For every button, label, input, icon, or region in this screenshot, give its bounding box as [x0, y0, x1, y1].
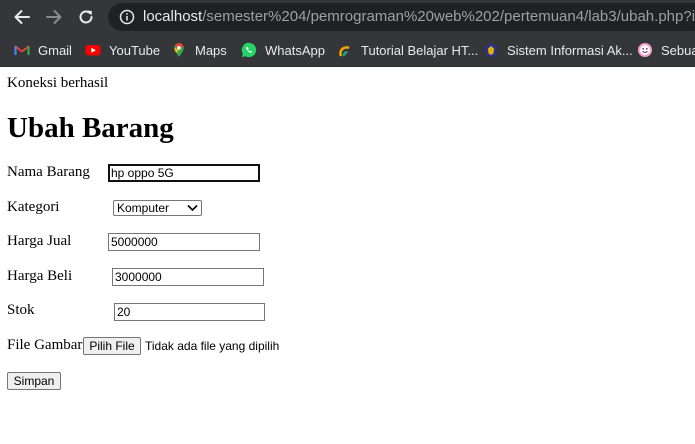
connection-status-text: Koneksi berhasil [7, 75, 109, 91]
site-info-icon[interactable] [119, 9, 135, 25]
url-host: localhost [143, 8, 203, 25]
back-button[interactable] [10, 5, 34, 29]
bookmark-label: Tutorial Belajar HT... [361, 42, 479, 58]
university-icon [485, 43, 497, 58]
bookmark-label: Maps [195, 42, 227, 58]
stok-input[interactable]: 20 [114, 303, 265, 321]
kategori-label: Kategori [7, 199, 60, 215]
bookmarks-bar: Gmail YouTube Maps WhatsApp Tutorial Bel… [0, 34, 695, 67]
page-title: Ubah Barang [7, 112, 174, 144]
url-path: /semester%204/pemrograman%20web%202/pert… [202, 8, 695, 25]
gmail-icon [14, 45, 30, 55]
file-gambar-label: File Gambar [7, 337, 83, 353]
choose-file-button[interactable]: Pilih File [83, 337, 141, 355]
bookmark-label: Gmail [38, 42, 72, 58]
nama-barang-input[interactable]: hp oppo 5G [108, 164, 260, 182]
bookmark-label: WhatsApp [265, 42, 325, 58]
forward-arrow-icon [46, 10, 62, 24]
smiley-site-icon [638, 43, 652, 57]
bookmark-sebuah[interactable]: Sebuah [637, 40, 695, 60]
kategori-select[interactable]: Komputer [113, 200, 202, 216]
bookmark-tutorial[interactable]: Tutorial Belajar HT... [337, 40, 478, 60]
bookmark-label: Sebuah [661, 42, 695, 58]
reload-icon [79, 10, 93, 24]
stok-label: Stok [7, 302, 35, 318]
harga-beli-input[interactable]: 3000000 [112, 268, 264, 286]
maps-icon [174, 43, 184, 57]
chevron-down-icon [187, 204, 198, 212]
back-arrow-icon [14, 10, 30, 24]
nama-barang-label: Nama Barang [7, 164, 90, 180]
reload-button[interactable] [74, 5, 98, 29]
file-status-text: Tidak ada file yang dipilih [145, 339, 280, 353]
simpan-button[interactable]: Simpan [7, 372, 61, 390]
bookmark-label: Sistem Informasi Ak... [507, 42, 633, 58]
kategori-selected-value: Komputer [117, 201, 170, 215]
bookmark-whatsapp[interactable]: WhatsApp [241, 40, 325, 60]
harga-jual-label: Harga Jual [7, 233, 72, 249]
bookmark-maps[interactable]: Maps [171, 40, 227, 60]
browser-toolbar: localhost/semester%204/pemrograman%20web… [0, 0, 695, 34]
whatsapp-icon [241, 42, 257, 58]
bookmark-label: YouTube [109, 42, 161, 58]
harga-beli-label: Harga Beli [7, 268, 73, 284]
bookmark-gmail[interactable]: Gmail [14, 40, 72, 60]
bookmark-sistem-informasi[interactable]: Sistem Informasi Ak... [483, 40, 633, 60]
forward-button[interactable] [42, 5, 66, 29]
harga-jual-input[interactable]: 5000000 [108, 233, 260, 251]
youtube-icon [85, 45, 101, 56]
tutorial-site-icon [339, 46, 350, 57]
bookmark-youtube[interactable]: YouTube [85, 40, 160, 60]
address-url[interactable]: localhost/semester%204/pemrograman%20web… [143, 8, 695, 26]
